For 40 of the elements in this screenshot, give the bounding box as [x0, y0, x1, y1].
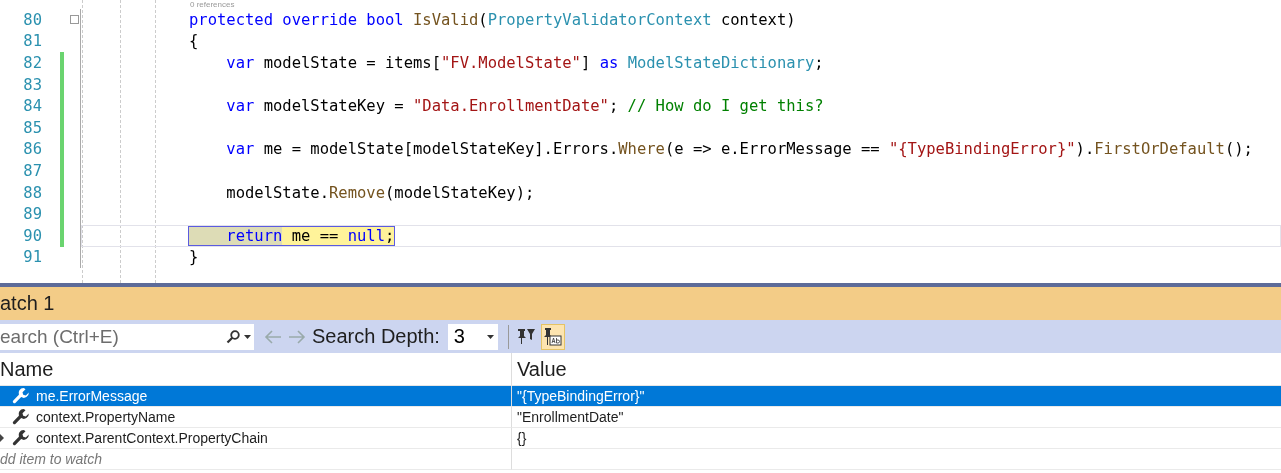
line-number: 82	[22, 54, 42, 72]
line-number: 83	[22, 75, 42, 94]
line-number: 88	[22, 183, 42, 202]
code-line: protected override bool IsValid(PropertyValidatorContext context)	[189, 10, 796, 29]
line-number: 91	[22, 248, 42, 267]
collapse-icon[interactable]	[70, 15, 79, 25]
add-item-placeholder[interactable]: dd item to watch	[0, 449, 511, 470]
code-line: }	[189, 248, 199, 267]
code-line: modelState.Remove(modelStateKey);	[225, 183, 535, 202]
line-number: 85	[22, 118, 42, 137]
expand-arrow-icon[interactable]	[0, 434, 4, 442]
caret-icon[interactable]	[244, 323, 254, 350]
toggle-button[interactable]	[540, 323, 565, 350]
line-number: 87	[22, 161, 42, 180]
line-number: 84	[22, 97, 42, 116]
wrench-icon	[12, 408, 30, 426]
code-line: var modelStateKey = "Data.EnrollmentDate"; // How do I get this?	[225, 97, 824, 116]
caret-icon[interactable]	[486, 334, 494, 339]
line-number: 81	[22, 32, 42, 51]
line-number: 89	[22, 205, 42, 224]
watch-value: {}	[511, 428, 1281, 449]
line-number: 86	[22, 140, 42, 159]
wrench-icon	[12, 429, 30, 447]
current-statement: return me == null;	[189, 226, 395, 245]
code-line: {	[189, 32, 199, 51]
wrench-icon	[12, 387, 30, 405]
pin-filter-icon[interactable]	[516, 328, 535, 345]
line-number: 80	[22, 10, 42, 29]
code-line: var me = modelState[modelStateKey].Errors.Where(e => e.ErrorMessage == "{TypeBindingError}").FirstOrDefault();	[225, 140, 1253, 159]
watch-row-name[interactable]: me.ErrorMessage	[0, 386, 511, 407]
line-number: 90	[22, 226, 42, 245]
watch-row-name[interactable]: context.PropertyName	[0, 407, 511, 428]
search-depth-dropdown[interactable]: 3	[447, 323, 498, 350]
search-field[interactable]: earch (Ctrl+E)	[0, 323, 226, 350]
watch-value: "{TypeBindingError}"	[511, 386, 1281, 407]
panel-title: atch 1	[0, 292, 55, 315]
code-line: var modelState = items["FV.ModelState"] as ModelStateDictionary;	[225, 54, 824, 72]
watch-row-name[interactable]: context.ParentContext.PropertyChain	[0, 428, 511, 449]
watch-value: "EnrollmentDate"	[511, 407, 1281, 428]
search-depth-label: Search Depth:	[312, 325, 440, 348]
